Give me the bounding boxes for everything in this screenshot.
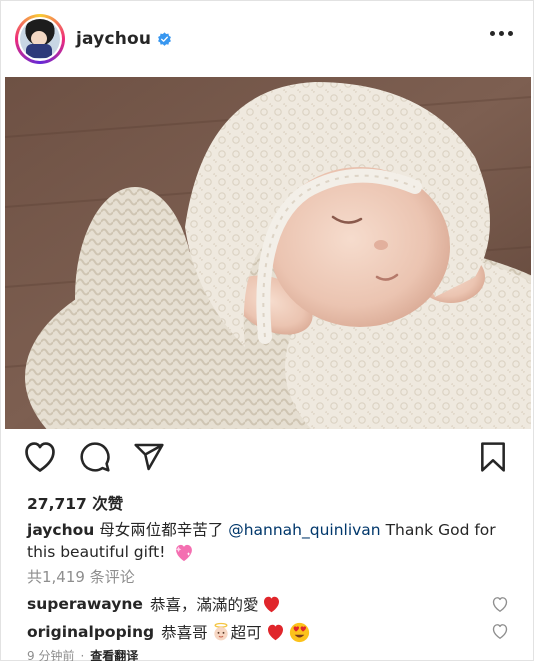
post-caption: jaychou 母女兩位都辛苦了 @hannah_quinlivan Thank…: [27, 519, 507, 563]
caption-username[interactable]: jaychou: [27, 521, 94, 539]
action-bar: [1, 441, 534, 481]
like-heart-icon[interactable]: [23, 441, 57, 473]
heart-eyes-face-icon: [289, 622, 309, 642]
post-timestamp: 9 分钟前 · 查看翻译: [27, 647, 138, 661]
baby-angel-icon: [213, 622, 228, 641]
avatar[interactable]: [15, 14, 65, 64]
separator-dot: ·: [80, 649, 85, 661]
time-ago: 9 分钟前: [27, 649, 75, 661]
post-photo[interactable]: [5, 77, 531, 429]
comment-username[interactable]: superawayne: [27, 595, 143, 613]
post-frame: jaychou 27,717 次赞 jaychou 母女兩位都辛苦了 @hann…: [0, 0, 534, 661]
red-heart-icon: [264, 596, 280, 612]
bookmark-icon[interactable]: [479, 441, 507, 473]
comment-username[interactable]: originalpoping: [27, 623, 154, 641]
comment-like-heart-icon[interactable]: [491, 623, 509, 640]
comment-row: originalpoping 恭喜哥 超可: [27, 621, 310, 643]
more-options-icon[interactable]: [490, 31, 513, 36]
post-header: jaychou: [1, 1, 534, 77]
likes-count[interactable]: 27,717 次赞: [27, 492, 123, 514]
header-username[interactable]: jaychou: [76, 29, 151, 49]
share-send-icon[interactable]: [133, 441, 165, 473]
comment-text-2: 超可: [230, 624, 262, 642]
comment-like-heart-icon[interactable]: [491, 596, 509, 613]
comment-text: 恭喜哥: [161, 624, 208, 642]
red-heart-icon: [267, 624, 283, 640]
avatar-image: [20, 19, 60, 59]
comment-row: superawayne 恭喜，滿滿的愛: [27, 593, 282, 615]
caption-text: 母女兩位都辛苦了: [99, 521, 229, 539]
sparkling-heart-icon: [176, 544, 193, 561]
caption-mention[interactable]: @hannah_quinlivan: [228, 521, 380, 539]
comment-text: 恭喜，滿滿的愛: [149, 596, 259, 614]
see-translation-link[interactable]: 查看翻译: [90, 649, 138, 661]
verified-badge-icon: [158, 31, 172, 46]
view-all-comments-link[interactable]: 共1,419 条评论: [27, 566, 135, 587]
comment-bubble-icon[interactable]: [79, 441, 111, 473]
